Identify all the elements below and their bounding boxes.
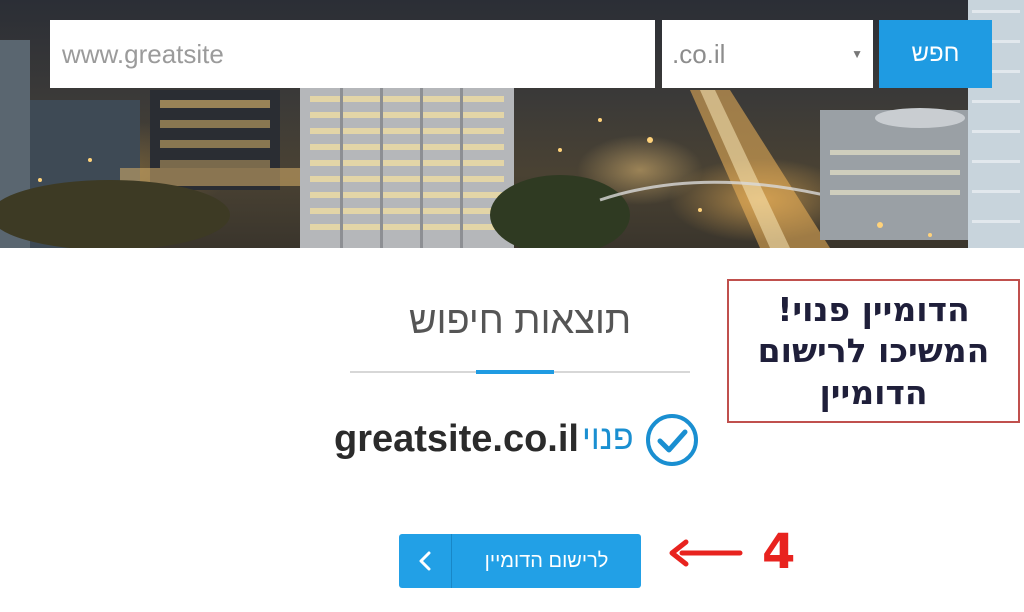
search-button[interactable]: חפש bbox=[879, 20, 992, 88]
result-domain-name: greatsite.co.il bbox=[334, 418, 579, 460]
tld-selected-value: .co.il bbox=[672, 38, 726, 69]
annotation-line-2: המשיכו לרישום bbox=[757, 331, 990, 371]
annotation-line-1: הדומיין פנוי! bbox=[777, 290, 970, 330]
domain-search-input[interactable] bbox=[50, 20, 655, 88]
tld-select[interactable]: .co.il ▼ bbox=[662, 20, 873, 88]
title-accent-bar bbox=[476, 370, 554, 374]
caret-down-icon: ▼ bbox=[851, 47, 863, 61]
check-circle-icon bbox=[646, 414, 698, 466]
step-number: 4 bbox=[762, 524, 796, 580]
register-domain-button[interactable]: לרישום הדומיין bbox=[399, 534, 641, 588]
chevron-cell bbox=[399, 534, 452, 588]
result-status-available: פנוי bbox=[582, 419, 634, 457]
results-title: תוצאות חיפוש bbox=[408, 300, 632, 342]
chevron-left-icon bbox=[419, 551, 431, 571]
arrow-left-icon bbox=[669, 539, 743, 567]
register-domain-label: לרישום הדומיין bbox=[484, 549, 609, 572]
annotation-callout: הדומיין פנוי! המשיכו לרישום הדומיין bbox=[727, 279, 1020, 423]
annotation-line-3: הדומיין bbox=[819, 372, 928, 412]
